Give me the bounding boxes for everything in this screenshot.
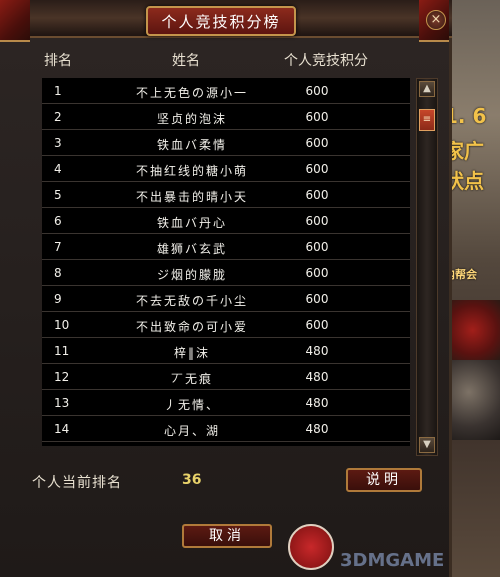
table-row: 5 不出暴击的晴小天 600 xyxy=(42,182,410,208)
row-score: 600 xyxy=(305,240,329,254)
row-score: 600 xyxy=(305,318,329,332)
row-rank: 2 xyxy=(54,110,62,124)
cancel-button[interactable]: 取消 xyxy=(182,524,272,548)
row-name: 梓‖沫 xyxy=(173,346,210,360)
row-score: 480 xyxy=(305,370,329,384)
background-decoration xyxy=(445,300,500,360)
column-header-name: 姓名 xyxy=(172,53,200,69)
row-rank: 6 xyxy=(54,214,62,228)
row-rank: 3 xyxy=(54,136,62,150)
dialog-title: 个人竞技积分榜 xyxy=(146,6,296,36)
column-header-score: 个人竞技积分 xyxy=(284,53,368,69)
table-row: 6 铁血バ丹心 600 xyxy=(42,208,410,234)
row-score: 600 xyxy=(305,84,329,98)
scroll-thumb[interactable]: ≡ xyxy=(419,109,435,131)
row-rank: 13 xyxy=(54,396,70,410)
row-name: 不上无色の源小一 xyxy=(135,86,248,100)
row-rank: 1 xyxy=(54,84,62,98)
row-divider xyxy=(42,441,410,442)
row-rank: 7 xyxy=(54,240,62,254)
leaderboard-dialog: 个人竞技积分榜 × 排名 姓名 个人竞技积分 1 不上无色の源小一 600 2 坚贞的泡… xyxy=(0,0,452,577)
close-icon[interactable]: × xyxy=(426,10,446,30)
row-name: 铁血バ柔情 xyxy=(156,138,227,152)
scroll-down-icon[interactable]: ▼ xyxy=(419,437,435,453)
row-rank: 10 xyxy=(54,318,70,332)
leaderboard-table: 1 不上无色の源小一 600 2 坚贞的泡沫 600 3 铁血バ柔情 600 4 不抽红线的糖小萌 6… xyxy=(42,78,410,446)
row-rank: 12 xyxy=(54,370,70,384)
row-name: 不出暴击的晴小天 xyxy=(135,190,248,204)
row-name: 丿无情、 xyxy=(163,398,220,412)
scroll-up-icon[interactable]: ▲ xyxy=(419,81,435,97)
my-rank-label: 个人当前排名 xyxy=(32,475,122,491)
row-rank: 4 xyxy=(54,162,62,176)
frame-corner-left xyxy=(0,0,30,42)
watermark: 3DMGAME xyxy=(288,520,500,577)
row-score: 600 xyxy=(305,292,329,306)
row-rank: 14 xyxy=(54,422,70,436)
table-row: 14 心月、湖 480 xyxy=(42,416,410,442)
row-score: 600 xyxy=(305,136,329,150)
row-name: 心月、湖 xyxy=(163,424,220,438)
row-score: 480 xyxy=(305,422,329,436)
table-row: 8 ジ烟的朦胧 600 xyxy=(42,260,410,286)
table-row: 13 丿无情、 480 xyxy=(42,390,410,416)
row-rank: 11 xyxy=(54,344,70,358)
table-row: 12 丆无痕 480 xyxy=(42,364,410,390)
row-score: 480 xyxy=(305,344,329,358)
explain-button[interactable]: 说明 xyxy=(346,468,422,492)
row-rank: 9 xyxy=(54,292,62,306)
scrollbar[interactable]: ▲ ≡ ▼ xyxy=(416,78,438,456)
row-score: 480 xyxy=(305,396,329,410)
row-name: 不出致命の可小爱 xyxy=(135,320,248,334)
table-row: 11 梓‖沫 480 xyxy=(42,338,410,364)
row-name: 不去无敌の千小尘 xyxy=(135,294,248,308)
my-rank-value: 36 xyxy=(182,472,202,488)
row-name: 不抽红线的糖小萌 xyxy=(135,164,248,178)
column-header-rank: 排名 xyxy=(44,53,72,69)
watermark-logo xyxy=(288,524,334,570)
row-rank: 5 xyxy=(54,188,62,202)
table-row: 2 坚贞的泡沫 600 xyxy=(42,104,410,130)
row-score: 600 xyxy=(305,266,329,280)
background-character xyxy=(448,360,500,440)
table-row: 4 不抽红线的糖小萌 600 xyxy=(42,156,410,182)
row-rank: 8 xyxy=(54,266,62,280)
table-row: 1 不上无色の源小一 600 xyxy=(42,78,410,104)
table-row: 3 铁血バ柔情 600 xyxy=(42,130,410,156)
watermark-text: 3DMGAME xyxy=(340,550,445,571)
row-name: ジ烟的朦胧 xyxy=(156,268,227,282)
row-name: 雄狮バ玄武 xyxy=(156,242,227,256)
table-header: 排名 姓名 个人竞技积分 xyxy=(0,50,420,72)
row-score: 600 xyxy=(305,188,329,202)
table-row: 10 不出致命の可小爱 600 xyxy=(42,312,410,338)
row-name: 铁血バ丹心 xyxy=(156,216,227,230)
table-row: 9 不去无敌の千小尘 600 xyxy=(42,286,410,312)
row-score: 600 xyxy=(305,110,329,124)
row-name: 坚贞的泡沫 xyxy=(156,112,227,126)
row-score: 600 xyxy=(305,214,329,228)
row-score: 600 xyxy=(305,162,329,176)
row-name: 丆无痕 xyxy=(170,372,213,386)
table-row: 7 雄狮バ玄武 600 xyxy=(42,234,410,260)
